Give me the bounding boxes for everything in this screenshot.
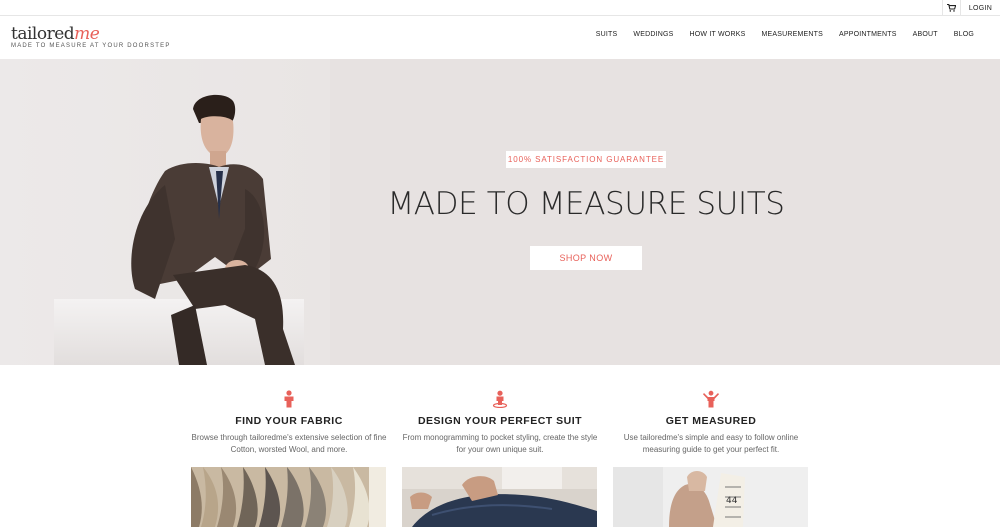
fabric-photo (191, 467, 386, 527)
design-photo (402, 467, 597, 527)
nav-how-it-works[interactable]: HOW IT WORKS (690, 31, 746, 38)
feature-title: FIND YOUR FABRIC (235, 415, 343, 427)
cart-button[interactable] (942, 0, 960, 16)
feature-design-suit: DESIGN YOUR PERFECT SUIT From monogrammi… (402, 390, 598, 456)
model-photo (131, 94, 295, 365)
site-header: tailoredme MADE TO MEASURE AT YOUR DOORS… (0, 16, 1000, 59)
arms-raised-icon (703, 390, 719, 408)
nav-measurements[interactable]: MEASUREMENTS (761, 31, 823, 38)
location-pin-icon (492, 390, 508, 408)
cart-icon (947, 4, 956, 12)
hero-banner: 100% SATISFACTION GUARANTEE MADE TO MEAS… (0, 59, 1000, 365)
feature-get-measured: GET MEASURED Use tailoredme's simple and… (613, 390, 809, 456)
feature-title: GET MEASURED (665, 415, 757, 427)
shop-now-button[interactable]: SHOP NOW (530, 246, 642, 270)
tagline: MADE TO MEASURE AT YOUR DOORSTEP (11, 43, 171, 49)
utility-bar: LOGIN (0, 0, 1000, 16)
feature-title: DESIGN YOUR PERFECT SUIT (417, 415, 583, 427)
nav-about[interactable]: ABOUT (913, 31, 938, 38)
svg-text:44: 44 (726, 496, 738, 506)
nav-weddings[interactable]: WEDDINGS (633, 31, 673, 38)
main-nav: SUITS WEDDINGS HOW IT WORKS MEASUREMENTS… (596, 31, 974, 38)
feature-text: From monogramming to pocket styling, cre… (402, 433, 598, 454)
feature-text: Browse through tailoredme's extensive se… (191, 433, 387, 454)
hero-headline: MADE TO MEASURE SUITS (387, 186, 785, 222)
nav-suits[interactable]: SUITS (596, 31, 618, 38)
nav-blog[interactable]: BLOG (954, 31, 974, 38)
feature-text: Use tailoredme's simple and easy to foll… (623, 433, 799, 454)
satisfaction-badge: 100% SATISFACTION GUARANTEE (506, 151, 666, 168)
nav-appointments[interactable]: APPOINTMENTS (839, 31, 897, 38)
login-link[interactable]: LOGIN (960, 0, 1000, 16)
measure-photo: 44 (613, 467, 808, 527)
person-icon (284, 390, 294, 408)
logo-text: tailored (11, 24, 75, 44)
feature-find-fabric: FIND YOUR FABRIC Browse through tailored… (191, 390, 387, 456)
logo-accent-text: me (74, 24, 100, 44)
logo[interactable]: tailoredme (11, 24, 100, 44)
